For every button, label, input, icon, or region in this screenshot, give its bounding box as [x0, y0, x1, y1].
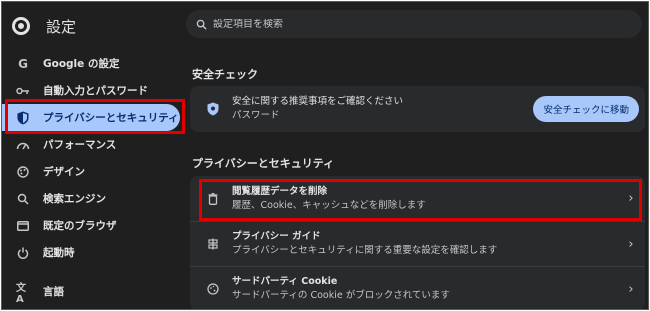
sidebar-item-label: 自動入力とパスワード — [43, 85, 148, 97]
sidebar-item-label: デザイン — [43, 166, 85, 178]
speedometer-icon — [16, 138, 30, 152]
sidebar-item-label: 検索エンジン — [43, 193, 106, 205]
chevron-right-icon: › — [628, 191, 634, 206]
translate-icon: 文A — [16, 282, 26, 305]
sidebar-nav: G Google の設定 自動入力とパスワード プライバシーとセキュリティ パフ… — [2, 50, 188, 305]
search-icon — [196, 15, 207, 34]
browser-window-icon — [16, 219, 30, 233]
sidebar-item-performance[interactable]: パフォーマンス — [2, 131, 188, 158]
safety-check-texts: 安全に関する推奨事項をご確認ください パスワード — [232, 95, 533, 123]
brand: 設定 — [12, 12, 76, 40]
go-to-safety-check-button[interactable]: 安全チェックに移動 — [533, 96, 639, 122]
safety-check-row[interactable]: 安全に関する推奨事項をご確認ください パスワード 安全チェックに移動 — [190, 86, 645, 132]
page-title: 設定 — [46, 17, 77, 36]
sidebar-item-default-browser[interactable]: 既定のブラウザ — [2, 212, 188, 239]
sidebar-item-label: 既定のブラウザ — [43, 220, 117, 232]
sidebar-item-autofill[interactable]: 自動入力とパスワード — [2, 77, 188, 104]
privacy-guide-row[interactable]: プライバシー ガイド プライバシーとセキュリティに関する重要な設定を確認します … — [190, 221, 645, 266]
search-bar[interactable] — [186, 10, 642, 38]
privacy-heading: プライバシーとセキュリティ — [192, 157, 335, 170]
shield-icon — [16, 111, 30, 125]
privacy-guide-subtitle: プライバシーとセキュリティに関する重要な設定を確認します — [232, 245, 498, 256]
sidebar-item-label: 言語 — [43, 286, 64, 298]
clear-browsing-data-title: 閲覧履歴データを削除 — [232, 185, 328, 197]
chevron-right-icon: › — [628, 236, 634, 252]
safety-check-title: 安全に関する推奨事項をご確認ください — [232, 96, 404, 107]
sidebar-item-search-engine[interactable]: 検索エンジン — [2, 185, 188, 212]
third-party-cookies-texts: サードパーティ Cookie サードパーティの Cookie がブロックされてい… — [232, 275, 621, 303]
sidebar-item-languages[interactable]: 文A 言語 — [2, 278, 188, 305]
sidebar-item-label: 起動時 — [43, 247, 75, 259]
privacy-guide-texts: プライバシー ガイド プライバシーとセキュリティに関する重要な設定を確認します — [232, 230, 621, 258]
settings-window: 設定 G Google の設定 自動入力とパスワード プライバシーとセキュリティ — [1, 1, 649, 310]
trash-icon — [206, 192, 220, 206]
privacy-guide-icon — [206, 237, 220, 251]
power-icon — [16, 246, 30, 260]
sidebar: 設定 G Google の設定 自動入力とパスワード プライバシーとセキュリティ — [2, 2, 188, 309]
search-input[interactable] — [213, 18, 613, 30]
cookie-icon — [206, 282, 220, 296]
sidebar-item-privacy[interactable]: プライバシーとセキュリティ — [2, 104, 180, 131]
shield-check-icon — [206, 102, 220, 116]
sidebar-item-label: パフォーマンス — [43, 139, 117, 151]
privacy-card: 閲覧履歴データを削除 履歴、Cookie、キャッシュなどを削除します › プライ… — [190, 176, 645, 309]
clear-browsing-data-row[interactable]: 閲覧履歴データを削除 履歴、Cookie、キャッシュなどを削除します › — [190, 176, 645, 221]
safety-check-heading: 安全チェック — [192, 68, 258, 81]
third-party-cookies-subtitle: サードパーティの Cookie がブロックされています — [232, 290, 450, 301]
third-party-cookies-row[interactable]: サードパーティ Cookie サードパーティの Cookie がブロックされてい… — [190, 266, 645, 309]
key-icon — [16, 84, 30, 98]
clear-browsing-data-subtitle: 履歴、Cookie、キャッシュなどを削除します — [232, 199, 426, 211]
sidebar-item-appearance[interactable]: デザイン — [2, 158, 188, 185]
chrome-logo-icon — [12, 17, 30, 35]
third-party-cookies-title: サードパーティ Cookie — [232, 276, 338, 287]
sidebar-item-on-startup[interactable]: 起動時 — [2, 239, 188, 266]
safety-check-subtitle: パスワード — [232, 110, 280, 121]
search-icon — [16, 192, 30, 206]
sidebar-item-label: Google の設定 — [43, 58, 120, 70]
chevron-right-icon: › — [628, 281, 634, 297]
clear-browsing-data-texts: 閲覧履歴データを削除 履歴、Cookie、キャッシュなどを削除します — [232, 185, 621, 213]
privacy-guide-title: プライバシー ガイド — [232, 231, 321, 242]
google-g-icon: G — [18, 56, 28, 71]
palette-icon — [16, 165, 30, 179]
sidebar-item-google-settings[interactable]: G Google の設定 — [2, 50, 188, 77]
sidebar-item-label: プライバシーとセキュリティ — [43, 112, 179, 124]
safety-check-card: 安全に関する推奨事項をご確認ください パスワード 安全チェックに移動 — [190, 86, 645, 132]
